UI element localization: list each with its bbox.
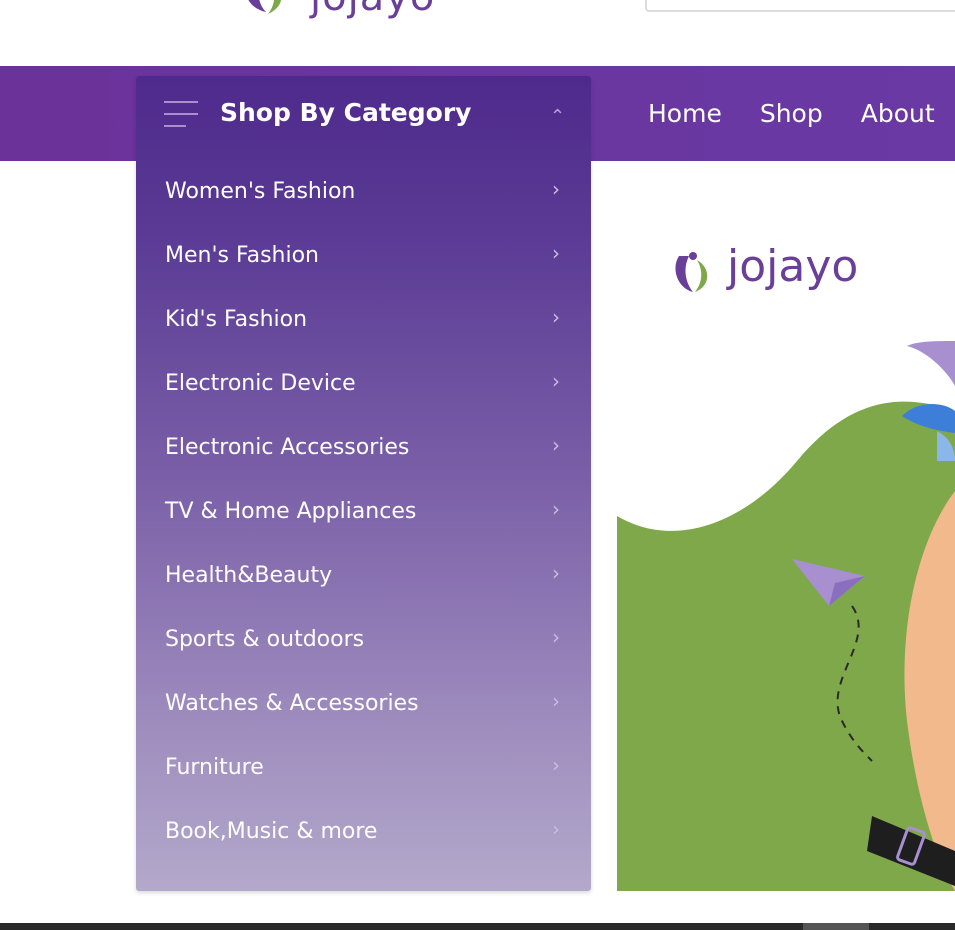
chevron-right-icon: › [552,177,560,201]
category-menu-toggle[interactable]: Shop By Category ⌃ [136,76,591,154]
category-item-label: Watches & Accessories [165,691,419,716]
category-item-watches-accessories[interactable]: Watches & Accessories › [136,675,591,739]
category-item-electronic-device[interactable]: Electronic Device › [136,355,591,419]
category-item-book-music-more[interactable]: Book,Music & more › [136,803,591,867]
category-item-label: Men's Fashion [165,243,319,268]
category-item-label: Sports & outdoors [165,627,365,652]
category-item-mens-fashion[interactable]: Men's Fashion › [136,227,591,291]
category-list: Women's Fashion › Men's Fashion › Kid's … [136,163,591,867]
category-item-womens-fashion[interactable]: Women's Fashion › [136,163,591,227]
category-item-electronic-accessories[interactable]: Electronic Accessories › [136,419,591,483]
chevron-right-icon: › [552,625,560,649]
chevron-right-icon: › [552,433,560,457]
category-item-label: Women's Fashion [165,179,356,204]
category-item-tv-home-appliances[interactable]: TV & Home Appliances › [136,483,591,547]
search-input[interactable] [645,0,955,12]
category-menu: Shop By Category ⌃ Women's Fashion › Men… [136,76,591,891]
top-header: jojayo [0,0,955,66]
category-item-label: Electronic Accessories [165,435,410,460]
category-menu-title: Shop By Category [220,98,472,127]
menu-icon [164,101,198,127]
hero-logo-icon [675,252,708,292]
bottom-scroll-chip[interactable] [803,923,869,930]
chevron-right-icon: › [552,241,560,265]
category-item-label: TV & Home Appliances [165,499,417,524]
hero-logo-wordmark: jojayo [727,241,859,292]
category-item-sports-outdoors[interactable]: Sports & outdoors › [136,611,591,675]
category-item-health-beauty[interactable]: Health&Beauty › [136,547,591,611]
category-item-label: Book,Music & more [165,819,378,844]
category-item-label: Furniture [165,755,264,780]
chevron-right-icon: › [552,689,560,713]
category-item-label: Kid's Fashion [165,307,308,332]
chevron-right-icon: › [552,753,560,777]
hero-banner[interactable]: jojayo [617,161,955,891]
logo-icon[interactable] [238,0,308,18]
chevron-right-icon: › [552,369,560,393]
nav-links: Home Shop About [648,66,935,161]
nav-link-shop[interactable]: Shop [760,99,823,128]
chevron-right-icon: › [552,817,560,841]
nav-link-home[interactable]: Home [648,99,722,128]
category-item-furniture[interactable]: Furniture › [136,739,591,803]
category-item-label: Health&Beauty [165,563,333,588]
chevron-up-icon: ⌃ [550,106,566,127]
category-item-kids-fashion[interactable]: Kid's Fashion › [136,291,591,355]
category-item-label: Electronic Device [165,371,356,396]
nav-link-about[interactable]: About [861,99,935,128]
chevron-right-icon: › [552,497,560,521]
logo-wordmark[interactable]: jojayo [310,0,435,20]
chevron-right-icon: › [552,561,560,585]
chevron-right-icon: › [552,305,560,329]
